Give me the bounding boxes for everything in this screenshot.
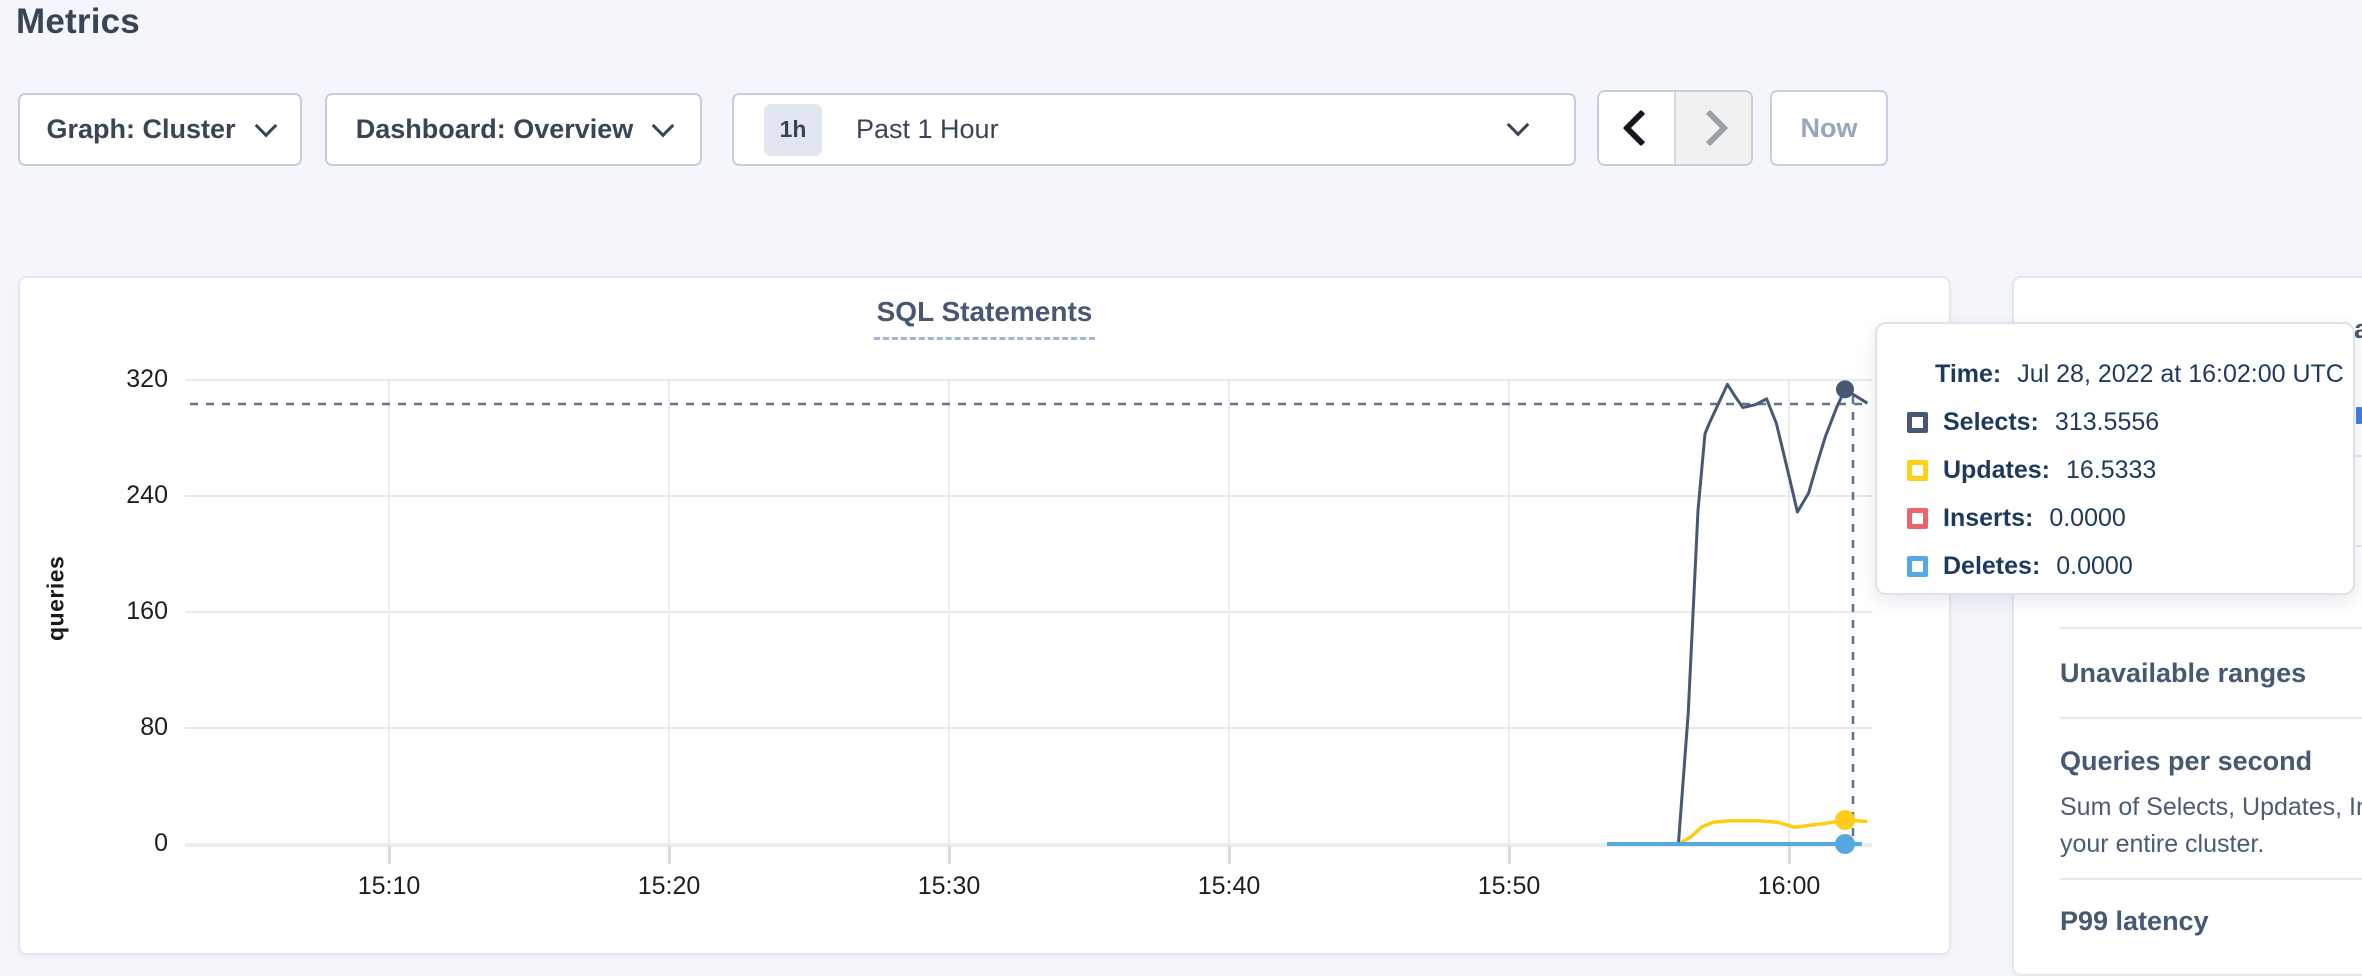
chart-title[interactable]: SQL Statements: [874, 296, 1096, 340]
tooltip-series-label: Deletes:: [1943, 552, 2040, 581]
y-tick-label: 160: [96, 597, 168, 626]
tooltip-row-updates: Updates: 16.5333: [1877, 446, 2353, 494]
series-swatch-icon: [1907, 508, 1928, 529]
sidebar-section-description: Sum of Selects, Updates, Inserts and Del…: [2060, 789, 2362, 826]
chevron-right-icon: [1691, 110, 1728, 147]
sidebar-section-description: your entire cluster.: [2060, 826, 2362, 863]
x-tick-label: 15:40: [1179, 872, 1279, 901]
x-tick-label: 15:20: [619, 872, 719, 901]
now-button[interactable]: Now: [1770, 90, 1888, 166]
tooltip-series-label: Inserts:: [1943, 504, 2033, 533]
tooltip-time-label: Time:: [1935, 360, 2001, 389]
time-step-back-button[interactable]: [1599, 92, 1674, 164]
time-range-picker[interactable]: 1h Past 1 Hour: [732, 93, 1576, 166]
y-axis-label: queries: [36, 488, 76, 708]
chevron-down-icon: [254, 114, 277, 137]
y-tick-label: 80: [96, 713, 168, 742]
tooltip-series-label: Updates:: [1943, 456, 2050, 485]
tooltip-time-value: Jul 28, 2022 at 16:02:00 UTC: [2017, 360, 2344, 389]
tooltip-series-value: 0.0000: [2049, 504, 2125, 533]
sidebar-section-title: Unavailable ranges: [2060, 658, 2362, 689]
chart-title-wrap: SQL Statements: [18, 296, 1951, 340]
chevron-down-icon: [652, 114, 675, 137]
tooltip-series-value: 0.0000: [2056, 552, 2132, 581]
tooltip-time-row: Time: Jul 28, 2022 at 16:02:00 UTC: [1877, 350, 2353, 398]
tooltip-row-selects: Selects: 313.5556: [1877, 398, 2353, 446]
chart-hover-tooltip: Time: Jul 28, 2022 at 16:02:00 UTC Selec…: [1875, 322, 2355, 595]
y-tick-label: 320: [96, 365, 168, 394]
series-swatch-icon: [1907, 556, 1928, 577]
sidebar-section-title: P99 latency: [2060, 906, 2362, 937]
sidebar-clipped-link-fragment: [2356, 407, 2362, 424]
sidebar-divider: [2060, 717, 2362, 719]
metrics-page: { "page": { "title": "Metrics" }, "toolb…: [0, 0, 2362, 966]
time-range-label: Past 1 Hour: [856, 114, 999, 145]
sidebar-divider: [2060, 627, 2362, 629]
dashboard-dropdown-label: Dashboard: Overview: [356, 114, 634, 145]
time-range-badge: 1h: [764, 104, 822, 156]
y-tick-label: 240: [96, 481, 168, 510]
page-title: Metrics: [16, 2, 140, 42]
time-step-forward-button[interactable]: [1674, 92, 1751, 164]
x-tick-label: 15:30: [899, 872, 999, 901]
series-swatch-icon: [1907, 412, 1928, 433]
y-tick-label: 0: [96, 829, 168, 858]
x-tick-label: 16:00: [1739, 872, 1839, 901]
series-swatch-icon: [1907, 460, 1928, 481]
tooltip-series-rows: Selects: 313.5556Updates: 16.5333 Inserts: 0…: [1877, 398, 2353, 590]
sidebar-divider: [2060, 878, 2362, 880]
tooltip-series-value: 313.5556: [2055, 408, 2159, 437]
tooltip-row-deletes: Deletes: 0.0000: [1877, 542, 2353, 590]
sidebar-clipped-heading-fragment: a: [2354, 314, 2362, 345]
x-tick-label: 15:10: [339, 872, 439, 901]
chevron-left-icon: [1622, 110, 1659, 147]
time-step-controls: [1597, 90, 1753, 166]
dashboard-dropdown[interactable]: Dashboard: Overview: [325, 93, 702, 166]
chevron-down-icon: [1507, 114, 1530, 137]
tooltip-row-inserts: Inserts: 0.0000: [1877, 494, 2353, 542]
tooltip-series-value: 16.5333: [2066, 456, 2156, 485]
x-tick-label: 15:50: [1459, 872, 1559, 901]
sidebar-section-title: Queries per second: [2060, 746, 2362, 777]
tooltip-series-label: Selects:: [1943, 408, 2039, 437]
graph-scope-dropdown-label: Graph: Cluster: [46, 114, 235, 145]
graph-scope-dropdown[interactable]: Graph: Cluster: [18, 93, 302, 166]
chart-hover-area[interactable]: [185, 370, 1875, 870]
